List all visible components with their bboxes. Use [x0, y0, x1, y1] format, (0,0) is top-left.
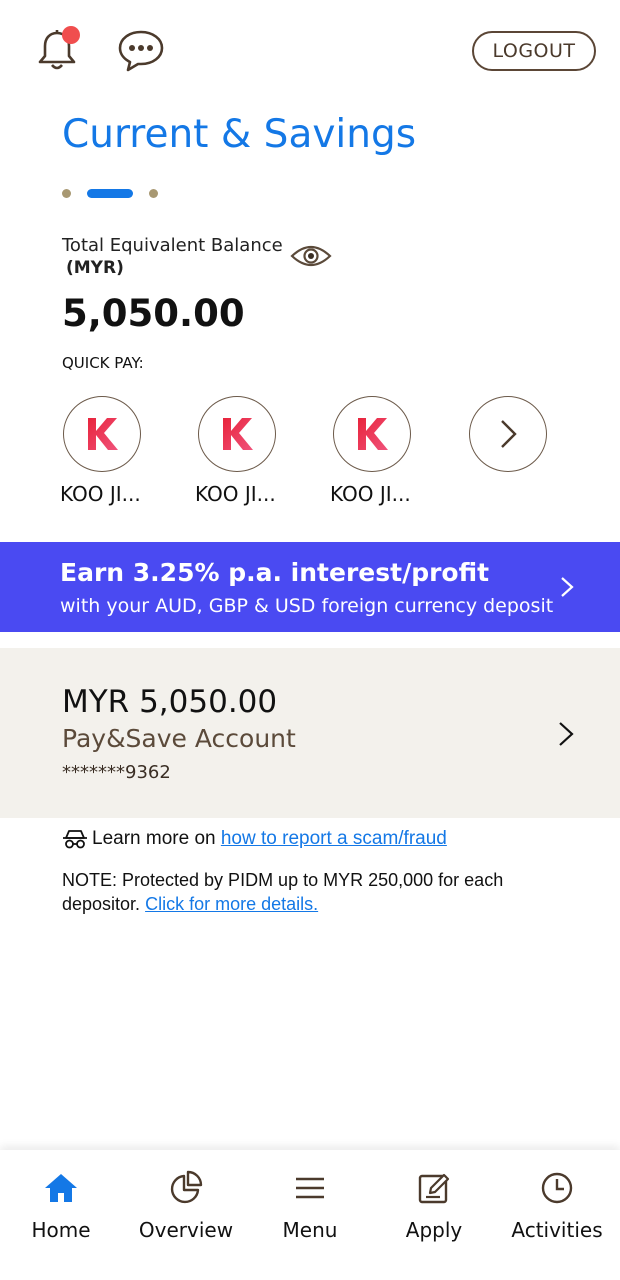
payee-avatar[interactable]	[333, 396, 411, 472]
pidm-details-link[interactable]: Click for more details.	[145, 894, 318, 914]
payee-name: KOO JI...	[60, 482, 141, 506]
payee-name: KOO JI...	[330, 482, 411, 506]
k-logo-icon	[358, 418, 388, 450]
eye-icon[interactable]	[290, 240, 332, 272]
top-bar: LOGOUT	[0, 0, 620, 100]
payee-avatar[interactable]	[63, 396, 141, 472]
scam-prefix: Learn more on	[92, 828, 216, 849]
pie-chart-icon	[170, 1170, 203, 1204]
payee-avatar[interactable]	[198, 396, 276, 472]
chevron-right-icon	[501, 420, 517, 448]
nav-overview[interactable]: Overview	[126, 1170, 246, 1242]
nav-label: Activities	[511, 1218, 603, 1242]
edit-icon	[418, 1173, 450, 1204]
promo-subtitle: with your AUD, GBP & USD foreign currenc…	[60, 595, 554, 617]
k-logo-icon	[223, 418, 253, 450]
pager-dot[interactable]	[62, 188, 71, 198]
clock-icon	[541, 1172, 573, 1204]
scam-info: Learn more on how to report a scam/fraud	[62, 828, 447, 850]
pidm-note: NOTE: Protected by PIDM up to MYR 250,00…	[62, 868, 562, 916]
nav-label: Apply	[405, 1218, 463, 1242]
promo-banner[interactable]: Earn 3.25% p.a. interest/profit with you…	[0, 542, 620, 632]
account-name: Pay&Save Account	[62, 724, 296, 753]
home-icon	[45, 1174, 77, 1202]
balance-amount: 5,050.00	[62, 292, 245, 335]
chat-icon[interactable]	[116, 28, 166, 74]
notification-badge	[62, 26, 80, 44]
pager-dot-active[interactable]	[87, 188, 133, 198]
carousel-pager[interactable]	[62, 186, 158, 200]
bottom-nav: Home Overview Menu Apply Activities	[0, 1150, 620, 1280]
page-title: Current & Savings	[62, 112, 417, 157]
nav-apply[interactable]: Apply	[374, 1170, 494, 1242]
account-card[interactable]: MYR 5,050.00 Pay&Save Account *******936…	[0, 648, 620, 818]
nav-label: Menu	[282, 1218, 338, 1242]
quick-pay-item[interactable]: KOO JI...	[330, 396, 413, 506]
chevron-right-icon	[559, 722, 574, 746]
nav-menu[interactable]: Menu	[250, 1170, 370, 1242]
payee-name: KOO JI...	[195, 482, 276, 506]
hamburger-menu-icon	[296, 1177, 324, 1199]
quick-pay-item[interactable]: KOO JI...	[195, 396, 278, 506]
nav-activities[interactable]: Activities	[497, 1170, 617, 1242]
quick-pay-more-button[interactable]	[469, 396, 549, 472]
nav-home[interactable]: Home	[1, 1170, 121, 1242]
account-number: *******9362	[62, 762, 171, 783]
quick-pay-more-circle[interactable]	[469, 396, 547, 472]
quick-pay-label: QUICK PAY:	[62, 354, 144, 372]
logout-button[interactable]: LOGOUT	[472, 31, 596, 71]
chevron-right-icon	[561, 577, 574, 597]
account-balance: MYR 5,050.00	[62, 684, 278, 720]
balance-label: Total Equivalent Balance	[62, 235, 283, 256]
promo-title: Earn 3.25% p.a. interest/profit	[60, 558, 490, 587]
pager-dot[interactable]	[149, 188, 158, 198]
spy-incognito-icon	[63, 830, 87, 849]
balance-currency: (MYR)	[66, 258, 124, 278]
scam-report-link[interactable]: how to report a scam/fraud	[221, 828, 447, 850]
quick-pay-item[interactable]: KOO JI...	[60, 396, 143, 506]
nav-label: Home	[31, 1218, 91, 1242]
k-logo-icon	[88, 418, 118, 450]
nav-label: Overview	[138, 1218, 234, 1242]
